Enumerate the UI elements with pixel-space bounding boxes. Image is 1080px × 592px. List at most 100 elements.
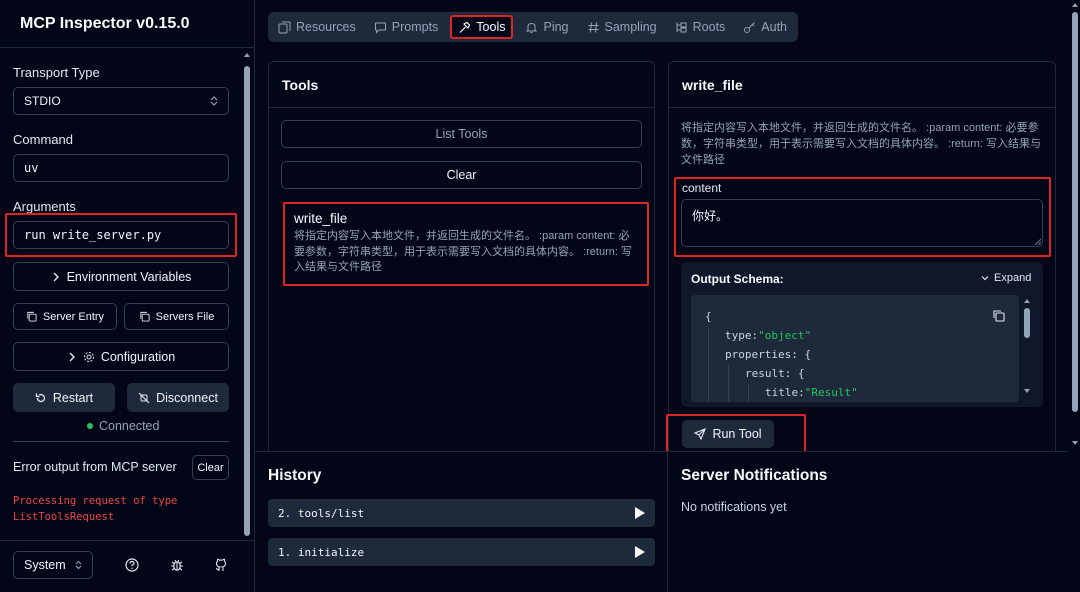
chevron-up-down-icon bbox=[210, 96, 218, 106]
disconnect-label: Disconnect bbox=[156, 390, 218, 405]
tool-detail-description: 将指定内容写入本地文件，并返回生成的文件名。 :param content: 必… bbox=[681, 122, 1041, 166]
schema-code-block: { type:"object" properties: { result: { … bbox=[691, 295, 1019, 402]
tab-resources[interactable]: Resources bbox=[272, 15, 362, 39]
schema-type-key: type: bbox=[725, 329, 759, 342]
command-label: Command bbox=[13, 132, 73, 147]
scroll-down-arrow-icon[interactable] bbox=[244, 528, 250, 534]
bottom-divider bbox=[667, 451, 668, 592]
tree-icon bbox=[675, 21, 688, 34]
scroll-up-arrow-icon[interactable] bbox=[1072, 2, 1078, 8]
hammer-icon bbox=[458, 21, 471, 34]
notifications-title: Server Notifications bbox=[681, 467, 828, 484]
tool-detail-title: write_file bbox=[669, 62, 1055, 108]
server-entry-button[interactable]: Server Entry bbox=[13, 303, 117, 330]
resize-handle-icon[interactable] bbox=[1034, 238, 1041, 245]
schema-result-line: result: { bbox=[745, 364, 805, 383]
theme-value: System bbox=[24, 558, 66, 572]
scroll-down-arrow-icon[interactable] bbox=[1072, 440, 1078, 446]
environment-variables-button[interactable]: Environment Variables bbox=[13, 262, 229, 291]
output-schema-title: Output Schema: bbox=[691, 272, 784, 286]
schema-title-line: title:"Result" bbox=[765, 383, 858, 402]
resources-icon bbox=[278, 21, 291, 34]
sidebar-footer-divider bbox=[0, 540, 255, 541]
clear-errors-button[interactable]: Clear bbox=[192, 455, 229, 480]
arguments-input[interactable]: run write_server.py bbox=[13, 221, 229, 249]
error-line-2: ListToolsRequest bbox=[13, 511, 115, 523]
copy-icon[interactable] bbox=[992, 309, 1005, 322]
tab-auth[interactable]: Auth bbox=[737, 15, 793, 39]
tab-ping-label: Ping bbox=[543, 20, 569, 34]
sidebar-scroll-thumb[interactable] bbox=[244, 66, 250, 536]
notifications-empty-text: No notifications yet bbox=[681, 500, 787, 514]
sidebar-divider bbox=[13, 441, 229, 442]
tab-roots[interactable]: Roots bbox=[669, 15, 732, 39]
schema-open-brace: { bbox=[705, 310, 712, 323]
schema-properties-brace: { bbox=[804, 348, 812, 361]
chevron-down-icon bbox=[981, 274, 989, 282]
schema-properties-key: properties: bbox=[725, 348, 798, 361]
servers-file-button[interactable]: Servers File bbox=[124, 303, 229, 330]
content-textarea[interactable]: 你好。 bbox=[681, 199, 1043, 247]
list-tools-button[interactable]: List Tools bbox=[281, 120, 642, 148]
expand-button[interactable]: Expand bbox=[981, 272, 1031, 284]
transport-type-select[interactable]: STDIO bbox=[13, 87, 229, 115]
unplug-icon bbox=[138, 392, 150, 404]
scroll-up-arrow-icon[interactable] bbox=[1024, 298, 1030, 304]
tab-tools[interactable]: Tools bbox=[450, 15, 514, 39]
prompts-icon bbox=[374, 21, 387, 34]
schema-result-brace: { bbox=[797, 367, 805, 380]
expand-label: Expand bbox=[994, 272, 1032, 284]
tab-sampling-label: Sampling bbox=[604, 20, 657, 34]
github-icon[interactable] bbox=[214, 558, 228, 572]
scroll-up-arrow-icon[interactable] bbox=[244, 52, 250, 58]
status-dot bbox=[87, 423, 93, 429]
tab-prompts-label: Prompts bbox=[391, 20, 439, 34]
tab-prompts[interactable]: Prompts bbox=[368, 15, 445, 39]
error-line-1: Processing request of type bbox=[13, 495, 178, 507]
schema-title-key: title: bbox=[765, 386, 805, 399]
schema-properties-line: properties: { bbox=[725, 345, 811, 364]
tools-panel-title: Tools bbox=[269, 62, 654, 108]
copy-icon bbox=[139, 311, 150, 322]
command-input[interactable]: uv bbox=[13, 154, 229, 182]
connection-status: Connected bbox=[99, 419, 160, 433]
key-icon bbox=[743, 21, 756, 34]
disconnect-button[interactable]: Disconnect bbox=[127, 383, 229, 412]
theme-select[interactable]: System bbox=[13, 551, 93, 579]
tab-bar: Resources Prompts Tools Ping Sampling Ro… bbox=[268, 12, 798, 42]
schema-scroll-thumb[interactable] bbox=[1024, 308, 1030, 338]
main-scroll-thumb[interactable] bbox=[1072, 12, 1078, 412]
scroll-down-arrow-icon[interactable] bbox=[1024, 388, 1030, 394]
indent-guide bbox=[708, 327, 709, 402]
app-title: MCP Inspector v0.15.0 bbox=[0, 0, 255, 48]
tab-resources-label: Resources bbox=[296, 20, 356, 34]
tab-ping[interactable]: Ping bbox=[519, 15, 574, 39]
bug-icon[interactable] bbox=[170, 558, 184, 572]
run-tool-button[interactable]: Run Tool bbox=[682, 420, 774, 448]
schema-type-value: "object" bbox=[758, 329, 812, 342]
restart-button[interactable]: Restart bbox=[13, 383, 115, 412]
history-item[interactable]: 2. tools/list bbox=[268, 499, 655, 527]
chevron-up-down-icon bbox=[75, 560, 82, 570]
content-value: 你好。 bbox=[692, 209, 729, 223]
tab-tools-label: Tools bbox=[476, 20, 506, 34]
gear-icon bbox=[83, 351, 95, 363]
tab-sampling[interactable]: Sampling bbox=[581, 15, 663, 39]
clear-tools-button[interactable]: Clear bbox=[281, 161, 642, 189]
configuration-label: Configuration bbox=[100, 349, 176, 364]
schema-type-line: type:"object" bbox=[725, 326, 811, 345]
restart-icon bbox=[35, 392, 47, 404]
history-item[interactable]: 1. initialize bbox=[268, 538, 655, 566]
send-icon bbox=[694, 428, 707, 440]
arguments-label: Arguments bbox=[13, 199, 76, 214]
help-icon[interactable] bbox=[125, 558, 139, 572]
transport-type-label: Transport Type bbox=[13, 65, 100, 80]
play-icon bbox=[635, 507, 645, 519]
restart-label: Restart bbox=[52, 390, 94, 405]
configuration-button[interactable]: Configuration bbox=[13, 342, 229, 371]
transport-type-value: STDIO bbox=[24, 94, 61, 108]
play-icon bbox=[635, 546, 645, 558]
tab-auth-label: Auth bbox=[761, 20, 788, 34]
schema-title-value: "Result" bbox=[804, 386, 858, 399]
tool-item-name: write_file bbox=[294, 211, 348, 226]
